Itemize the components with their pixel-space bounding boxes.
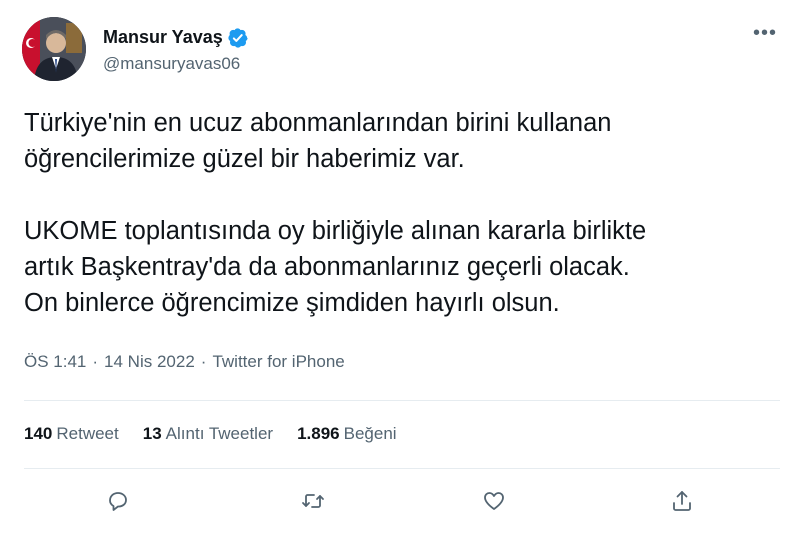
reply-icon bbox=[109, 492, 127, 511]
tweet-date[interactable]: 14 Nis 2022 bbox=[104, 352, 195, 372]
avatar-image bbox=[22, 17, 86, 81]
tweet-time[interactable]: ÖS 1:41 bbox=[24, 352, 86, 372]
quote-label: Alıntı Tweetler bbox=[165, 424, 274, 443]
avatar[interactable] bbox=[22, 17, 86, 81]
tweet-source[interactable]: Twitter for iPhone bbox=[212, 352, 344, 372]
share-icon bbox=[673, 491, 691, 511]
tweet-stats: 140 Retweet 13 Alıntı Tweetler 1.896 Beğeni bbox=[24, 424, 397, 444]
tweet-actions bbox=[0, 484, 800, 518]
meta-separator: · bbox=[92, 352, 99, 371]
like-count: 1.896 bbox=[297, 424, 340, 443]
reply-button[interactable] bbox=[101, 484, 135, 518]
divider bbox=[24, 468, 780, 469]
retweet-icon bbox=[302, 494, 324, 508]
meta-separator: · bbox=[200, 352, 207, 371]
verified-badge-icon bbox=[228, 27, 248, 48]
quote-count-link[interactable]: 13 Alıntı Tweetler bbox=[143, 424, 273, 444]
like-label: Beğeni bbox=[343, 424, 397, 443]
author-handle[interactable]: @mansuryavas06 bbox=[103, 54, 240, 74]
quote-count: 13 bbox=[142, 424, 162, 443]
like-icon bbox=[484, 492, 504, 510]
like-button[interactable] bbox=[477, 484, 511, 518]
author-name[interactable]: Mansur Yavaş bbox=[103, 27, 223, 48]
like-count-link[interactable]: 1.896 Beğeni bbox=[297, 424, 396, 444]
retweet-label: Retweet bbox=[56, 424, 119, 443]
retweet-count-link[interactable]: 140 Retweet bbox=[24, 424, 119, 444]
retweet-count: 140 bbox=[24, 424, 53, 443]
divider bbox=[24, 400, 780, 401]
retweet-button[interactable] bbox=[296, 484, 330, 518]
tweet-meta: ÖS 1:41 · 14 Nis 2022 · Twitter for iPho… bbox=[24, 352, 345, 372]
share-button[interactable] bbox=[665, 484, 699, 518]
tweet-text: Türkiye'nin en ucuz abonmanlarından biri… bbox=[24, 109, 647, 317]
more-options-icon[interactable]: ••• bbox=[753, 22, 777, 45]
